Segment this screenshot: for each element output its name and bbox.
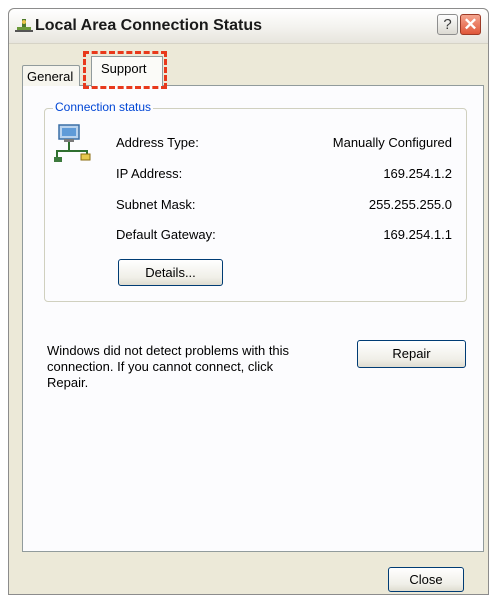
- subnet-mask-value: 255.255.255.0: [368, 197, 452, 212]
- tab-general-label: General: [27, 69, 74, 84]
- tab-general[interactable]: General: [22, 65, 80, 86]
- network-adapter-icon: [54, 124, 91, 162]
- repair-button[interactable]: Repair: [357, 340, 466, 368]
- address-type-value: Manually Configured: [332, 135, 452, 150]
- help-icon: ?: [443, 16, 452, 33]
- ip-address-label: IP Address:: [116, 166, 183, 181]
- address-type-label: Address Type:: [116, 135, 199, 150]
- details-button[interactable]: Details...: [118, 259, 223, 286]
- network-connection-icon: [15, 19, 33, 32]
- close-button[interactable]: Close: [388, 567, 464, 592]
- close-icon: ✕: [463, 15, 478, 34]
- status-message: Windows did not detect problems with thi…: [47, 343, 290, 390]
- default-gateway-value: 169.254.1.1: [383, 227, 452, 242]
- tab-highlight-annotation: [83, 51, 167, 89]
- window-title: Local Area Connection Status: [35, 17, 262, 34]
- ip-address-value: 169.254.1.2: [383, 166, 452, 181]
- dialog-window: Local Area Connection Status ? ✕ Connect…: [8, 8, 489, 595]
- connection-status-group: Connection status Address Type: Manually…: [44, 100, 467, 302]
- close-window-button[interactable]: ✕: [460, 14, 481, 35]
- title-bar[interactable]: Local Area Connection Status ? ✕: [9, 9, 488, 44]
- subnet-mask-label: Subnet Mask:: [116, 197, 196, 212]
- tab-panel-support: Connection status Address Type: Manually…: [22, 85, 484, 552]
- connection-status-label: Connection status: [53, 100, 154, 114]
- help-button[interactable]: ?: [437, 14, 458, 35]
- default-gateway-label: Default Gateway:: [116, 227, 216, 242]
